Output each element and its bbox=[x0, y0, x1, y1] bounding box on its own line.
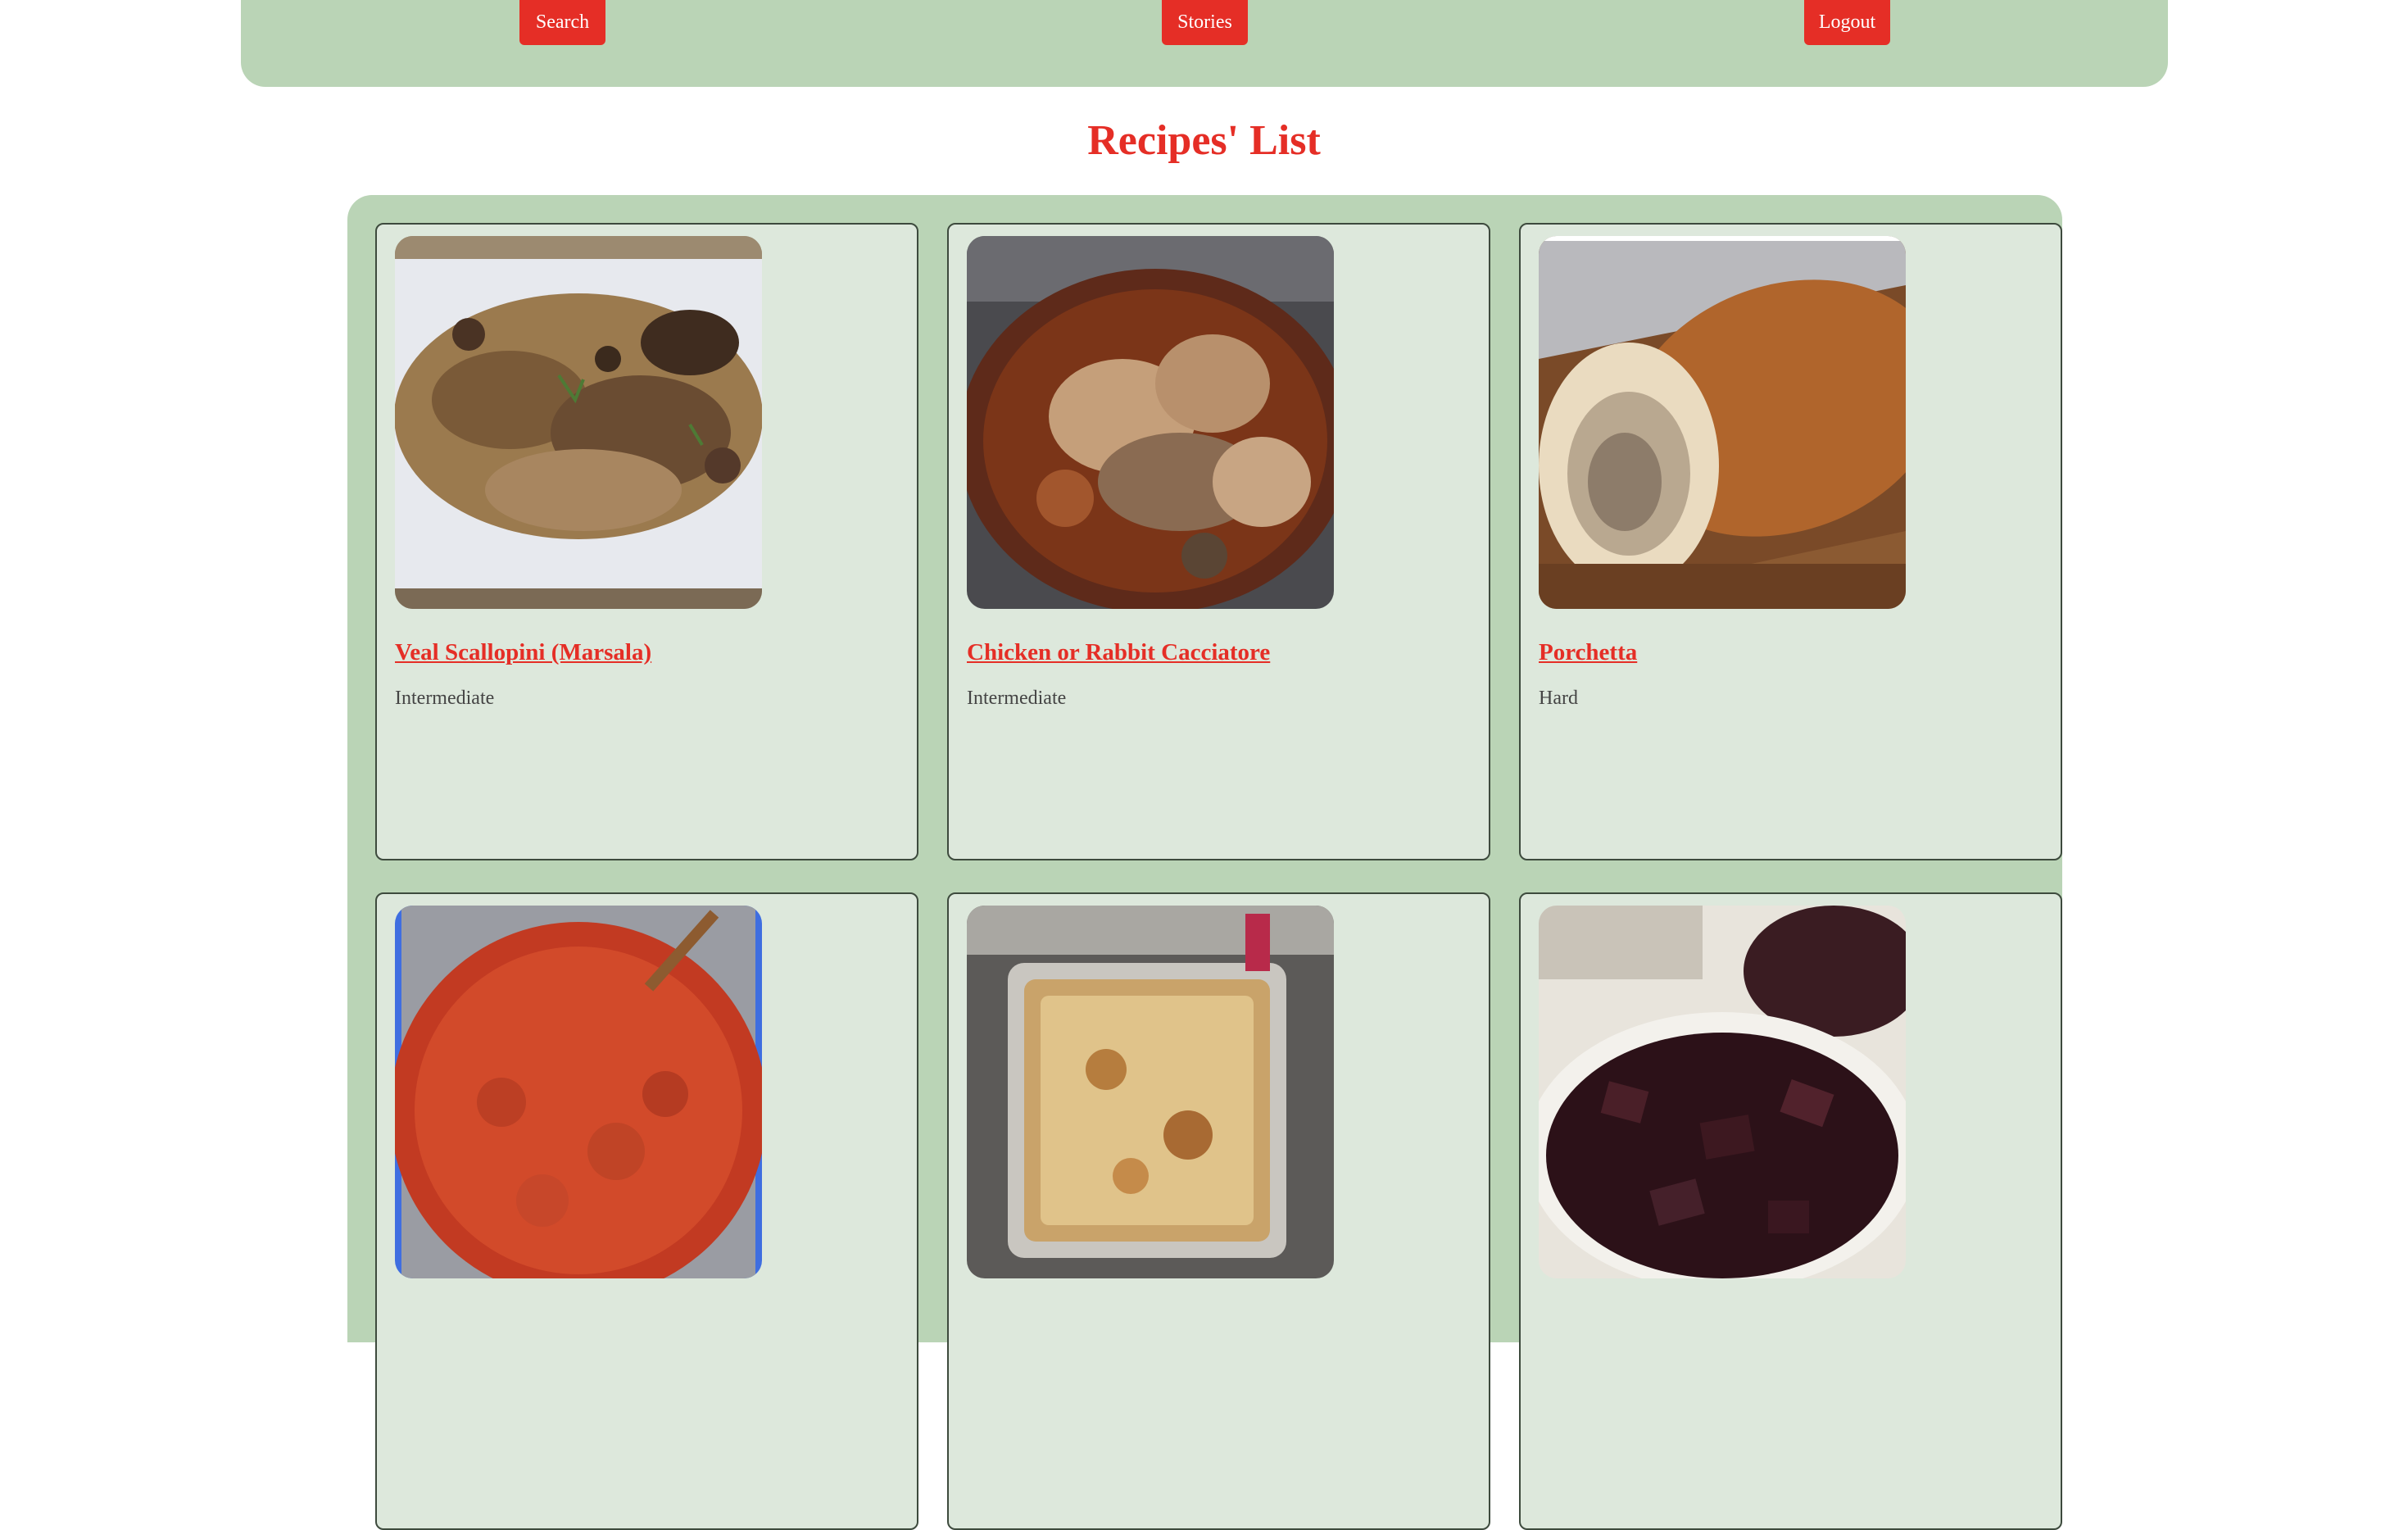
burnt-ends-photo[interactable] bbox=[1539, 906, 1906, 1278]
recipe-card: Veal Scallopini (Marsala) Intermediate bbox=[375, 223, 918, 860]
recipe-card bbox=[947, 892, 1490, 1530]
recipe-difficulty: Intermediate bbox=[395, 688, 495, 709]
porchetta-photo[interactable] bbox=[1539, 236, 1906, 609]
recipe-difficulty: Hard bbox=[1539, 688, 1578, 709]
search-button[interactable]: Search bbox=[519, 0, 605, 45]
recipe-title-link[interactable]: Porchetta bbox=[1539, 639, 1637, 666]
logout-button[interactable]: Logout bbox=[1804, 0, 1890, 45]
recipe-title-link[interactable]: Chicken or Rabbit Cacciatore bbox=[967, 639, 1270, 666]
tomato-sauce-meatballs-photo[interactable] bbox=[395, 906, 762, 1278]
chicken-cacciatore-photo[interactable] bbox=[967, 236, 1334, 609]
recipe-card: Chicken or Rabbit Cacciatore Intermediat… bbox=[947, 223, 1490, 860]
recipe-card bbox=[1519, 892, 2062, 1530]
recipe-card: Porchetta Hard bbox=[1519, 223, 2062, 860]
recipe-card bbox=[375, 892, 918, 1530]
recipe-difficulty: Intermediate bbox=[967, 688, 1067, 709]
recipe-title-link[interactable]: Veal Scallopini (Marsala) bbox=[395, 639, 651, 666]
lasagna-photo[interactable] bbox=[967, 906, 1334, 1278]
stories-button[interactable]: Stories bbox=[1162, 0, 1248, 45]
recipes-list-panel: Veal Scallopini (Marsala) Intermediate C… bbox=[347, 195, 2062, 1530]
veal-scallopini-photo[interactable] bbox=[395, 236, 762, 609]
top-navbar: Search Stories Logout bbox=[241, 0, 2168, 87]
page-title: Recipes' List bbox=[1087, 117, 1321, 164]
